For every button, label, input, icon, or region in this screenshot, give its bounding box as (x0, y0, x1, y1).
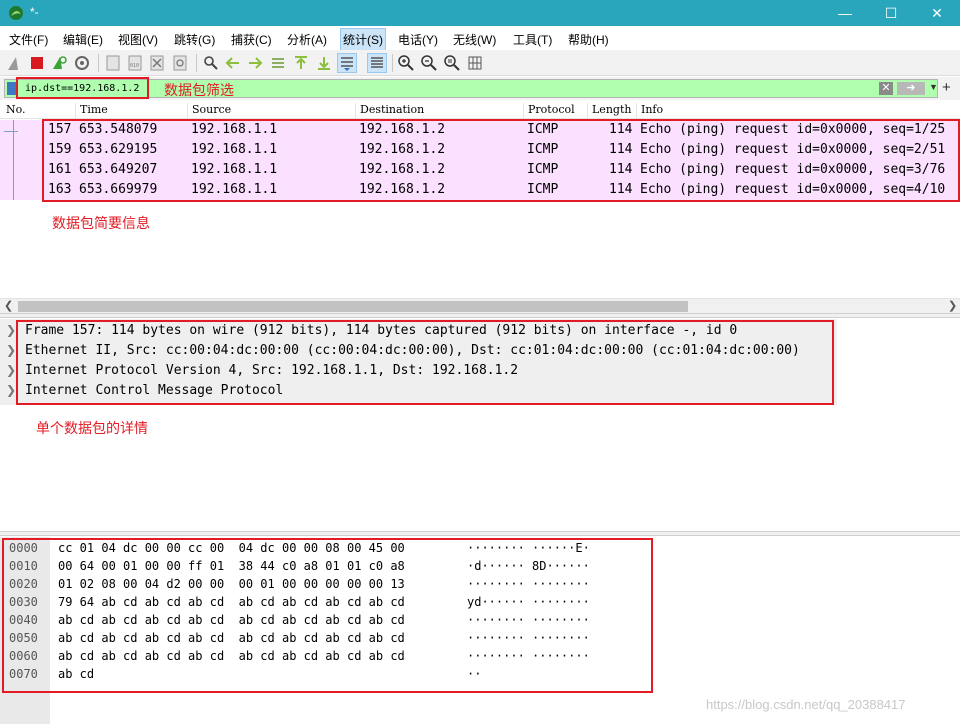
chevron-right-icon[interactable]: ❯ (6, 363, 16, 377)
packet-list-scrollbar[interactable]: ❮ ❯ (0, 298, 960, 313)
column-length[interactable]: Length (587, 103, 636, 119)
go-back-icon[interactable] (224, 54, 242, 72)
details-highlight-box (16, 320, 834, 405)
colorize-icon[interactable] (367, 53, 387, 73)
menu-capture[interactable]: 捕获(C) (231, 31, 272, 48)
open-file-icon[interactable] (104, 54, 122, 72)
watermark: https://blog.csdn.net/qq_20388417 (706, 697, 906, 712)
menu-analyze[interactable]: 分析(A) (287, 31, 327, 48)
normal-size-icon[interactable] (443, 54, 461, 72)
go-to-packet-icon[interactable] (269, 54, 287, 72)
reload-file-icon[interactable] (171, 54, 189, 72)
menu-edit[interactable]: 编辑(E) (63, 31, 103, 48)
menu-bar: 文件(F) 编辑(E) 视图(V) 跳转(G) 捕获(C) 分析(A) 统计(S… (0, 26, 960, 51)
go-forward-icon[interactable] (246, 54, 264, 72)
menu-go[interactable]: 跳转(G) (174, 31, 215, 48)
clear-filter-icon[interactable]: ✕ (879, 82, 893, 95)
column-destination[interactable]: Destination (355, 103, 523, 119)
close-file-icon[interactable] (148, 54, 166, 72)
menu-help[interactable]: 帮助(H) (568, 31, 609, 48)
menu-tools[interactable]: 工具(T) (513, 31, 552, 48)
capture-options-icon[interactable] (73, 54, 91, 72)
save-file-icon[interactable]: 010 (126, 54, 144, 72)
column-no[interactable]: No. (2, 103, 77, 119)
filter-highlight-box (16, 77, 149, 99)
annotation-details: 单个数据包的详情 (36, 420, 148, 436)
title-bar: *- — ☐ ✕ (0, 0, 960, 26)
column-time[interactable]: Time (75, 103, 187, 119)
resize-columns-icon[interactable] (466, 54, 484, 72)
minimize-button[interactable]: — (822, 0, 868, 26)
column-info[interactable]: Info (636, 103, 960, 119)
scrollbar-thumb[interactable] (18, 301, 688, 312)
packet-list-highlight-box (42, 119, 960, 202)
menu-wireless[interactable]: 无线(W) (453, 31, 496, 48)
add-filter-button[interactable]: + (942, 79, 951, 96)
close-button[interactable]: ✕ (914, 0, 960, 26)
menu-view[interactable]: 视图(V) (118, 31, 158, 48)
pane-splitter[interactable] (0, 531, 960, 536)
zoom-out-icon[interactable] (420, 54, 438, 72)
autoscroll-icon[interactable] (337, 53, 357, 73)
window-title: *- (30, 5, 39, 19)
related-packet-tick (4, 131, 18, 132)
menu-statistics[interactable]: 统计(S) (340, 28, 386, 51)
annotation-filter: 数据包筛选 (164, 82, 234, 98)
pane-splitter[interactable] (0, 313, 960, 318)
menu-telephony[interactable]: 电话(Y) (398, 31, 438, 48)
last-packet-icon[interactable] (315, 54, 333, 72)
scroll-left-icon[interactable]: ❮ (4, 299, 13, 314)
restart-capture-icon[interactable] (50, 54, 68, 72)
column-source[interactable]: Source (187, 103, 355, 119)
chevron-down-icon[interactable]: ▼ (929, 82, 938, 92)
maximize-button[interactable]: ☐ (868, 0, 914, 26)
shark-fin-icon[interactable] (6, 54, 24, 72)
scroll-right-icon[interactable]: ❯ (948, 299, 957, 314)
stop-capture-icon[interactable] (28, 54, 46, 72)
packet-list-header: No. Time Source Destination Protocol Len… (0, 101, 960, 119)
column-protocol[interactable]: Protocol (523, 103, 587, 119)
wireshark-app-icon (9, 6, 23, 20)
zoom-in-icon[interactable] (397, 54, 415, 72)
main-toolbar: 010 (0, 50, 960, 76)
first-packet-icon[interactable] (292, 54, 310, 72)
hex-highlight-box (2, 538, 653, 693)
svg-text:010: 010 (130, 63, 139, 69)
related-packet-line (13, 120, 14, 200)
chevron-right-icon[interactable]: ❯ (6, 383, 16, 397)
apply-filter-arrow-icon[interactable]: ➜ (897, 82, 925, 95)
find-packet-icon[interactable] (202, 54, 220, 72)
chevron-right-icon[interactable]: ❯ (6, 343, 16, 357)
chevron-right-icon[interactable]: ❯ (6, 323, 16, 337)
annotation-packet-list: 数据包简要信息 (52, 215, 150, 231)
menu-file[interactable]: 文件(F) (9, 31, 48, 48)
